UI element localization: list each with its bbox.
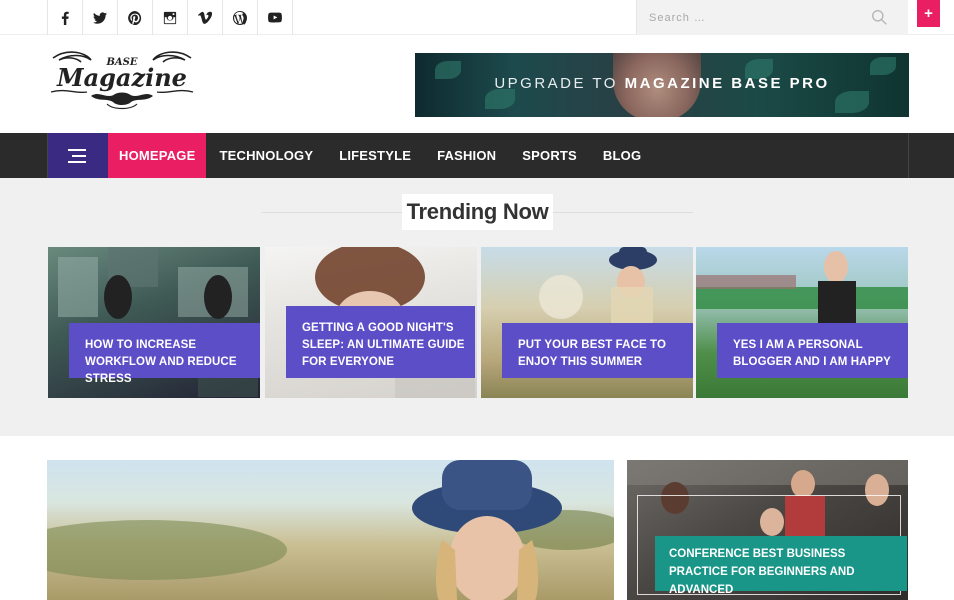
youtube-icon[interactable]: [258, 0, 293, 35]
promo-banner[interactable]: UPGRADE TO MAGAZINE BASE PRO: [415, 53, 909, 117]
nav-item-lifestyle[interactable]: LIFESTYLE: [326, 133, 424, 178]
nav-item-sports[interactable]: SPORTS: [509, 133, 590, 178]
card-title[interactable]: PUT YOUR BEST FACE TO ENJOY THIS SUMMER: [502, 323, 693, 378]
top-bar: +: [0, 0, 954, 35]
main-nav: HOMEPAGE TECHNOLOGY LIFESTYLE FASHION SP…: [0, 133, 954, 178]
nav-item-blog[interactable]: BLOG: [590, 133, 654, 178]
search-box: [636, 0, 908, 35]
hamburger-icon: [68, 148, 86, 163]
trending-card[interactable]: PUT YOUR BEST FACE TO ENJOY THIS SUMMER: [481, 247, 693, 398]
trending-title: Trending Now: [402, 194, 553, 230]
nav-divider: [908, 133, 909, 178]
instagram-icon[interactable]: [153, 0, 188, 35]
nav-item-fashion[interactable]: FASHION: [424, 133, 509, 178]
card-title[interactable]: HOW TO INCREASE WORKFLOW AND REDUCE STRE…: [69, 323, 260, 385]
site-logo[interactable]: BASE Magazine: [47, 48, 197, 118]
nav-item-homepage[interactable]: HOMEPAGE: [108, 133, 207, 178]
pinterest-icon[interactable]: [118, 0, 153, 35]
featured-side-post[interactable]: CONFERENCE BEST BUSINESS PRACTICE FOR BE…: [627, 460, 908, 600]
search-input[interactable]: [637, 0, 867, 35]
nav-item-technology[interactable]: TECHNOLOGY: [206, 133, 326, 178]
plus-button[interactable]: +: [917, 0, 940, 27]
logo-main-text: Magazine: [56, 63, 187, 92]
nav-items: HOMEPAGE TECHNOLOGY LIFESTYLE FASHION SP…: [108, 133, 654, 178]
leaf-decoration: [835, 91, 869, 113]
card-title[interactable]: GETTING A GOOD NIGHT'S SLEEP: AN ULTIMAT…: [286, 306, 475, 378]
trending-rule: [553, 212, 693, 213]
trending-card[interactable]: GETTING A GOOD NIGHT'S SLEEP: AN ULTIMAT…: [265, 247, 477, 398]
search-icon[interactable]: [871, 9, 888, 26]
twitter-icon[interactable]: [83, 0, 118, 35]
leaf-decoration: [485, 89, 515, 109]
trending-card[interactable]: YES I AM A PERSONAL BLOGGER AND I AM HAP…: [696, 247, 908, 398]
social-links: [47, 0, 293, 35]
vimeo-icon[interactable]: [188, 0, 223, 35]
wordpress-icon[interactable]: [223, 0, 258, 35]
featured-hero-image[interactable]: [47, 460, 614, 600]
menu-toggle-button[interactable]: [48, 133, 108, 178]
leaf-decoration: [870, 57, 896, 75]
facebook-icon[interactable]: [48, 0, 83, 35]
trending-rule: [262, 212, 402, 213]
card-title[interactable]: YES I AM A PERSONAL BLOGGER AND I AM HAP…: [717, 323, 908, 378]
trending-card[interactable]: HOW TO INCREASE WORKFLOW AND REDUCE STRE…: [48, 247, 260, 398]
hero-image: [47, 460, 614, 600]
side-post-title[interactable]: CONFERENCE BEST BUSINESS PRACTICE FOR BE…: [655, 536, 907, 596]
banner-text: UPGRADE TO MAGAZINE BASE PRO: [494, 75, 830, 92]
